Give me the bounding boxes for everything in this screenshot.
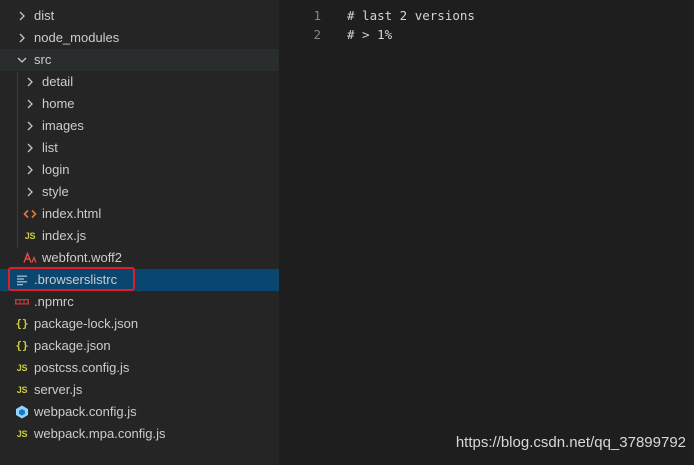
tree-item-style[interactable]: style xyxy=(0,181,279,203)
js-icon: JS xyxy=(16,385,28,395)
tree-item-label: index.html xyxy=(42,206,102,221)
npm-icon xyxy=(14,294,30,310)
tree-item-list[interactable]: list xyxy=(0,137,279,159)
font-icon xyxy=(22,250,38,266)
code-line[interactable]: 1 # last 2 versions xyxy=(279,6,694,25)
js-icon: JS xyxy=(24,231,36,241)
tree-item-label: package-lock.json xyxy=(34,316,139,331)
tree-item-login[interactable]: login xyxy=(0,159,279,181)
js-icon: JS xyxy=(16,429,28,439)
highlight-box xyxy=(8,267,135,291)
tree-item-webfont[interactable]: webfont.woff2 xyxy=(0,247,279,269)
tree-item-home[interactable]: home xyxy=(0,93,279,115)
json-icon: {} xyxy=(15,317,29,330)
tree-item-src[interactable]: src xyxy=(0,49,279,71)
chevron-right-icon xyxy=(22,140,38,156)
tree-item-node-modules[interactable]: node_modules xyxy=(0,27,279,49)
tree-item-dist[interactable]: dist xyxy=(0,5,279,27)
tree-item-label: server.js xyxy=(34,382,83,397)
tree-item-postcss-config-js[interactable]: JS postcss.config.js xyxy=(0,357,279,379)
tree-item-label: home xyxy=(42,96,75,111)
file-explorer: dist node_modules src detail home images xyxy=(0,0,279,465)
tree-item-images[interactable]: images xyxy=(0,115,279,137)
tree-item-webpack-mpa-config-js[interactable]: JS webpack.mpa.config.js xyxy=(0,423,279,445)
tree-item-label: webpack.mpa.config.js xyxy=(34,426,166,441)
tree-item-server-js[interactable]: JS server.js xyxy=(0,379,279,401)
tree-item-label: postcss.config.js xyxy=(34,360,130,375)
line-number: 1 xyxy=(313,8,321,23)
chevron-right-icon xyxy=(22,162,38,178)
tree-item-index-js[interactable]: JS index.js xyxy=(0,225,279,247)
tree-item-package-lock-json[interactable]: {} package-lock.json xyxy=(0,313,279,335)
tree-item-label: webfont.woff2 xyxy=(42,250,122,265)
tree-item-label: .npmrc xyxy=(34,294,74,309)
tree-item-webpack-config-js[interactable]: webpack.config.js xyxy=(0,401,279,423)
chevron-down-icon xyxy=(14,52,30,68)
tree-item-label: login xyxy=(42,162,70,177)
chevron-right-icon xyxy=(22,74,38,90)
code-editor[interactable]: 1 # last 2 versions 2 # > 1% xyxy=(279,0,694,465)
line-content[interactable]: # > 1% xyxy=(347,25,392,44)
tree-item-index-html[interactable]: index.html xyxy=(0,203,279,225)
tree-item-detail[interactable]: detail xyxy=(0,71,279,93)
tree-item-label: dist xyxy=(34,8,55,23)
tree-item-label: list xyxy=(42,140,58,155)
line-content[interactable]: # last 2 versions xyxy=(347,6,475,25)
tree-item-label: src xyxy=(34,52,52,67)
chevron-right-icon xyxy=(22,118,38,134)
html-icon xyxy=(22,206,38,222)
json-icon: {} xyxy=(15,339,29,352)
tree-item-package-json[interactable]: {} package.json xyxy=(0,335,279,357)
tree-item-label: images xyxy=(42,118,84,133)
tree-item-label: node_modules xyxy=(34,30,120,45)
tree-item-label: detail xyxy=(42,74,74,89)
code-line[interactable]: 2 # > 1% xyxy=(279,25,694,44)
chevron-right-icon xyxy=(14,8,30,24)
chevron-right-icon xyxy=(22,96,38,112)
tree-item-label: webpack.config.js xyxy=(34,404,137,419)
webpack-icon xyxy=(14,404,30,420)
tree-item-label: style xyxy=(42,184,69,199)
watermark: https://blog.csdn.net/qq_37899792 xyxy=(455,434,686,451)
tree-item-npmrc[interactable]: .npmrc xyxy=(0,291,279,313)
js-icon: JS xyxy=(16,363,28,373)
tree-item-label: package.json xyxy=(34,338,111,353)
chevron-right-icon xyxy=(22,184,38,200)
tree-item-label: index.js xyxy=(42,228,87,243)
line-number: 2 xyxy=(313,27,321,42)
chevron-right-icon xyxy=(14,30,30,46)
